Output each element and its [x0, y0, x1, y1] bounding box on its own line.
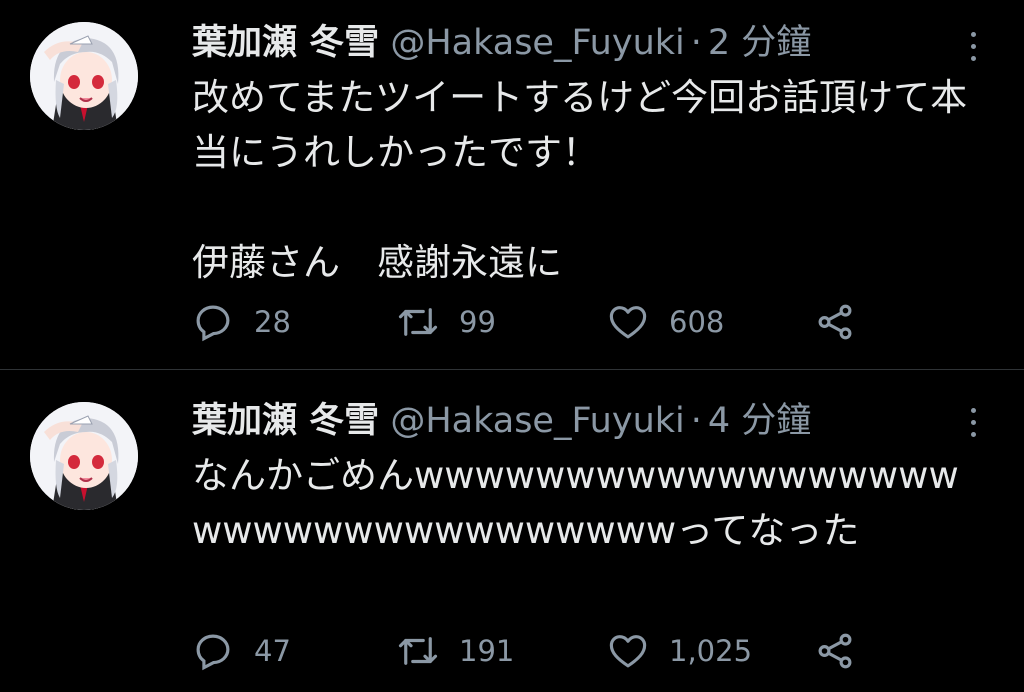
- tweet[interactable]: 葉加瀬 冬雪 @Hakase_Fuyuki · 4 分鐘 なんかごめんwwwwwww…: [0, 370, 1024, 692]
- author-name[interactable]: 葉加瀬 冬雪: [192, 23, 379, 63]
- reply-button[interactable]: 28: [192, 297, 291, 347]
- like-button[interactable]: 608: [607, 297, 724, 347]
- author-handle[interactable]: @Hakase_Fuyuki: [390, 23, 684, 63]
- more-vertical-icon[interactable]: [958, 26, 988, 66]
- share-icon: [818, 304, 852, 340]
- reply-count: 47: [254, 634, 291, 668]
- timestamp[interactable]: 4 分鐘: [708, 401, 811, 441]
- share-button[interactable]: [814, 297, 876, 347]
- share-button[interactable]: [814, 626, 876, 676]
- separator-dot: ·: [690, 23, 702, 63]
- retweet-button[interactable]: 191: [397, 626, 514, 676]
- like-count: 608: [669, 305, 725, 339]
- separator-dot: ·: [690, 401, 702, 441]
- more-vertical-icon[interactable]: [958, 402, 988, 442]
- tweet[interactable]: 葉加瀬 冬雪 @Hakase_Fuyuki · 2 分鐘 改めてまたツイートするけど…: [0, 0, 1024, 369]
- like-count: 1,025: [669, 634, 753, 668]
- author-handle[interactable]: @Hakase_Fuyuki: [390, 401, 684, 441]
- retweet-button[interactable]: 99: [397, 297, 496, 347]
- action-bar: 28 99 608: [192, 297, 892, 347]
- heart-icon: [609, 635, 647, 668]
- retweet-count: 191: [459, 634, 515, 668]
- heart-icon: [609, 306, 647, 339]
- action-bar: 47 191 1,025: [192, 626, 892, 676]
- tweet-text: なんかごめんwwwwwwwwwwwwwwwwwwwwwwwwwwwwwwwwww…: [192, 454, 959, 552]
- timestamp[interactable]: 2 分鐘: [708, 23, 811, 63]
- avatar[interactable]: [30, 22, 138, 130]
- retweet-icon: [398, 637, 438, 665]
- author-name[interactable]: 葉加瀬 冬雪: [192, 401, 379, 441]
- avatar[interactable]: [30, 402, 138, 510]
- tweet-header: 葉加瀬 冬雪 @Hakase_Fuyuki · 2 分鐘: [192, 18, 811, 68]
- reply-button[interactable]: 47: [192, 626, 291, 676]
- tweet-header: 葉加瀬 冬雪 @Hakase_Fuyuki · 4 分鐘: [192, 396, 811, 446]
- reply-icon: [196, 305, 230, 342]
- like-button[interactable]: 1,025: [607, 626, 752, 676]
- reply-count: 28: [254, 305, 291, 339]
- share-icon: [818, 633, 852, 669]
- retweet-icon: [398, 308, 438, 336]
- reply-icon: [196, 634, 230, 671]
- retweet-count: 99: [459, 305, 496, 339]
- tweet-text: 改めてまたツイートするけど今回お話頂けて本当にうれしかったです！ 伊藤さん 感謝…: [192, 76, 968, 284]
